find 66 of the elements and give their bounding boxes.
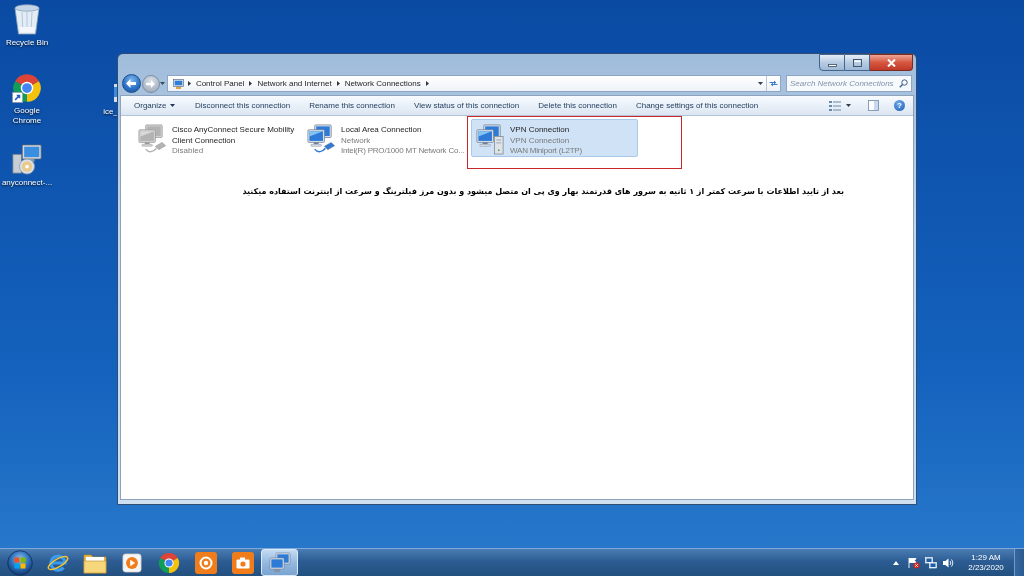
back-button[interactable] [122, 74, 141, 93]
toolbar-menu-button[interactable]: Organize [124, 96, 186, 115]
chevron-icon [187, 81, 191, 86]
breadcrumb-item[interactable]: Network and Internet [256, 77, 333, 90]
clock[interactable]: 1:29 AM 2/23/2020 [966, 549, 1006, 576]
toolbar-button[interactable]: Rename this connection [299, 96, 405, 115]
search-icon [899, 79, 908, 88]
play-icon [121, 552, 142, 573]
shortcut-label[interactable]: anyconnect-... [0, 178, 54, 188]
refresh-icon [769, 80, 778, 87]
arrow-up-icon [893, 560, 899, 565]
record-icon [194, 551, 217, 574]
connection-item[interactable]: VPN Connection VPN Connection WAN Miniport (L2TP) [471, 119, 638, 157]
caret-icon [846, 104, 851, 107]
chevron-icon [249, 81, 253, 86]
connection-item[interactable]: Local Area Connection Network Intel(R) PRO/1000 MT Network Co... [302, 119, 469, 157]
computers-icon [267, 551, 292, 574]
close-icon [886, 58, 896, 67]
forward-arrow-icon [146, 79, 156, 88]
breadcrumb-item[interactable]: Network Connections [343, 77, 422, 90]
address-bar[interactable]: Control Panel Network and Internet Network Connections [166, 75, 781, 92]
minimize-icon [827, 63, 837, 67]
preview-pane-icon [868, 100, 879, 111]
minimize-button[interactable] [819, 54, 845, 71]
toolbar-button[interactable]: View status of this connection [404, 96, 529, 115]
flag-icon[interactable] [908, 556, 920, 569]
connection-status: Disabled [172, 146, 205, 157]
speaker-icon[interactable] [942, 556, 954, 569]
connection-device: Intel(R) PRO/1000 MT Network Co... [341, 146, 466, 157]
installer-icon[interactable] [11, 143, 43, 175]
computer-icon [172, 78, 184, 89]
shortcut-label[interactable]: ice_ [103, 107, 118, 117]
recycle-bin-icon[interactable] [13, 3, 41, 35]
toolbar-button[interactable]: Delete this connection [528, 96, 627, 115]
toolbar-button[interactable]: Disconnect this connection [185, 96, 300, 115]
network-icon[interactable] [925, 556, 937, 569]
camera-icon [231, 551, 254, 574]
chevron-icon [336, 81, 340, 86]
toolbar-button[interactable]: Change settings of this connection [626, 96, 768, 115]
caption-text: بعد از تایید اطلاعات با سرعت کمتر از ۱ ثانیه به سرور های قدرتمند بهار وی پی ان متصل میشود و بدون مرز فیلترینگ و سرعت از اینترنت استفاده میکنید [242, 186, 844, 198]
chevron-icon [425, 81, 429, 86]
show-desktop-button[interactable] [1014, 548, 1024, 576]
close-button[interactable] [870, 54, 913, 71]
shortcut-label[interactable]: Recycle Bin [0, 38, 54, 48]
maximize-icon [852, 58, 862, 67]
maximize-button[interactable] [845, 54, 870, 71]
view-options-icon [829, 100, 841, 111]
caret-icon [170, 104, 176, 107]
taskbar-button[interactable] [261, 549, 298, 576]
start-orb-icon [6, 549, 33, 576]
connection-status: VPN Connection [510, 135, 571, 146]
connection-name: Local Area Connection [341, 125, 423, 136]
search-field[interactable]: Search Network Connections [786, 75, 912, 92]
caret-icon [757, 82, 763, 85]
chrome-logo-icon[interactable] [157, 551, 180, 574]
chrome-logo-icon[interactable] [12, 73, 42, 103]
refresh-button[interactable] [766, 76, 780, 91]
shortcut-label[interactable]: Google Chrome [0, 106, 54, 126]
connection-status: Network [341, 135, 372, 146]
caret-icon [160, 82, 166, 85]
folder-icon [82, 551, 107, 574]
breadcrumb-item[interactable]: Control Panel [194, 77, 246, 90]
connection-name: VPN Connection [510, 125, 571, 136]
connection-name: Cisco AnyConnect Secure Mobility Client Connection [172, 125, 296, 146]
connection-device: WAN Miniport (L2TP) [510, 146, 583, 157]
back-arrow-icon [126, 79, 137, 88]
